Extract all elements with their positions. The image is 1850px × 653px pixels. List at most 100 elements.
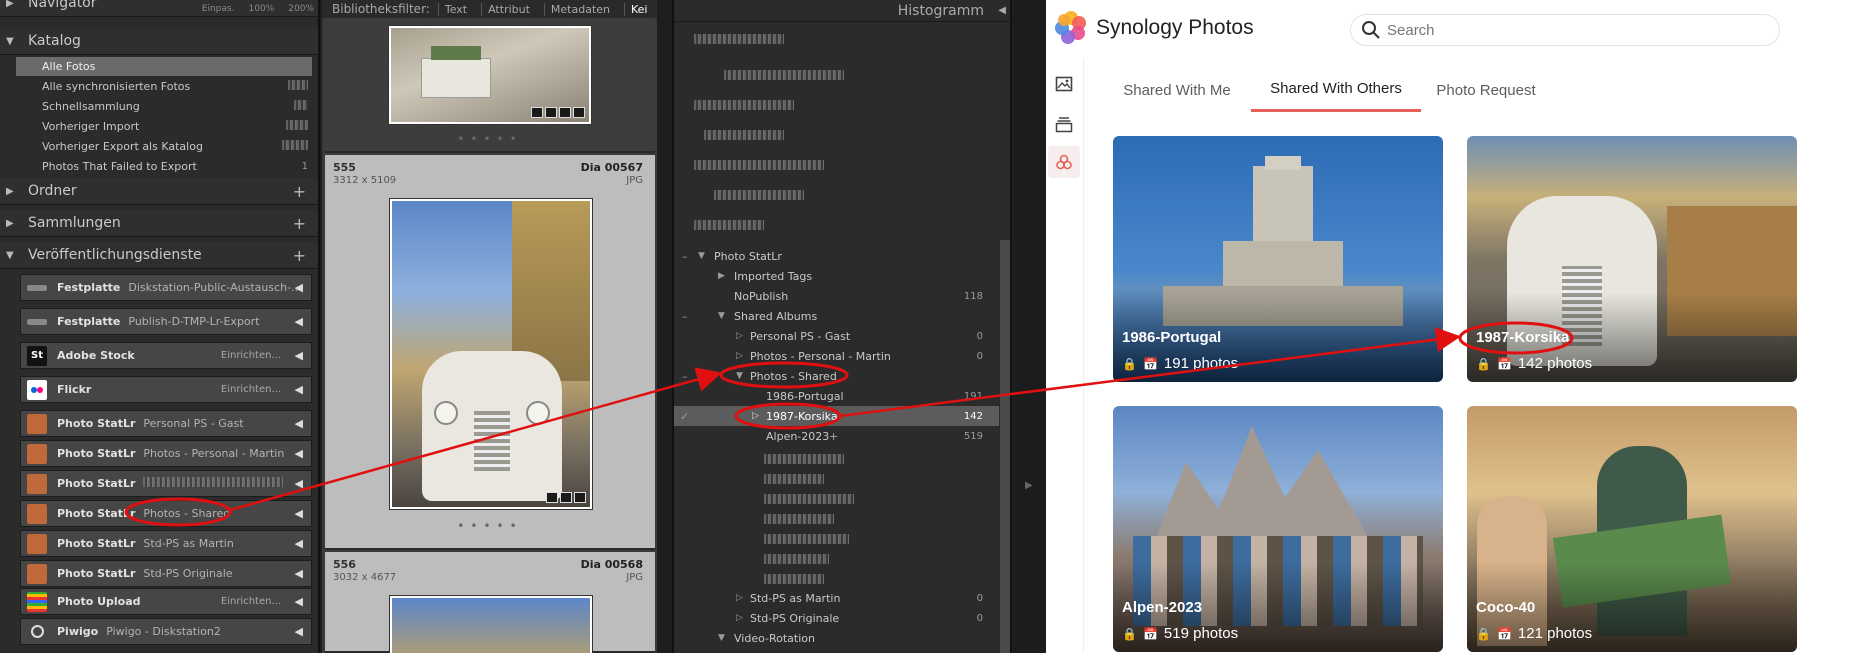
- catalog-item-failed-export[interactable]: Photos That Failed to Export 1: [16, 157, 312, 176]
- search-input[interactable]: [1387, 21, 1767, 39]
- zoom-fit[interactable]: Einpas.: [202, 4, 235, 14]
- keyword-std-ps-as-martin[interactable]: ▷ Std-PS as Martin 0: [674, 588, 999, 608]
- photostatlr-icon: [27, 473, 47, 494]
- keyword-std-ps-originale[interactable]: ▷ Std-PS Originale 0: [674, 608, 999, 628]
- search-box[interactable]: [1350, 14, 1780, 46]
- expand-panel-icon[interactable]: ▶: [1025, 480, 1033, 491]
- navigator-zoom-options: Einpas. 100% 200%: [202, 0, 314, 17]
- keyword-1986-portugal[interactable]: 1986-Portugal 191: [674, 386, 999, 406]
- lightroom-keyword-panel: Histogramm ◀ – ▼ Photo StatLr ▶ Imported Ta…: [672, 0, 1012, 653]
- triangle-left-icon[interactable]: ◀: [295, 417, 303, 430]
- publish-services-header[interactable]: ▼ Veröffentlichungsdienste +: [0, 242, 318, 269]
- triangle-left-icon[interactable]: ◀: [295, 507, 303, 520]
- photo-upload-icon: [27, 591, 47, 612]
- keyword-personal-ps-gast[interactable]: ▷ Personal PS - Gast 0: [674, 326, 999, 346]
- publish-service-setup[interactable]: Einrichten...: [221, 384, 281, 395]
- keyword-photos-shared[interactable]: – ▼ Photos - Shared: [674, 366, 999, 386]
- keyword-video-rotation[interactable]: ▼ Video-Rotation: [674, 628, 999, 648]
- keyword-photo-statlr[interactable]: – ▼ Photo StatLr: [674, 246, 999, 266]
- publish-service-harddisk-2[interactable]: Festplatte Publish-D-TMP-Lr-Export ◀: [20, 308, 312, 335]
- check-icon[interactable]: ✓: [680, 410, 689, 423]
- album-card-coco-40[interactable]: Coco-40 🔒 📅 121 photos: [1467, 406, 1797, 652]
- publish-service-photo-upload[interactable]: Photo Upload Einrichten... ◀: [20, 588, 312, 615]
- filter-none[interactable]: Kei: [624, 2, 654, 16]
- albums-nav-button[interactable]: [1048, 108, 1080, 140]
- triangle-left-icon[interactable]: ◀: [295, 477, 303, 490]
- publish-service-photostatlr-std-originale[interactable]: Photo StatLr Std-PS Originale ◀: [20, 560, 312, 587]
- publish-service-flickr[interactable]: Flickr Einrichten... ◀: [20, 376, 312, 403]
- filter-metadata[interactable]: Metadaten: [543, 2, 616, 16]
- grid-thumbnail[interactable]: [389, 198, 593, 510]
- photostatlr-icon: [27, 533, 47, 554]
- lightroom-left-panel: ▶ Navigator Einpas. 100% 200% ▼ Katalog …: [0, 0, 320, 653]
- filter-attribute[interactable]: Attribut: [481, 2, 536, 16]
- triangle-left-icon[interactable]: ◀: [295, 625, 303, 638]
- keyword-photos-personal-martin[interactable]: ▷ Photos - Personal - Martin 0: [674, 346, 999, 366]
- folders-header[interactable]: ▶ Ordner +: [0, 178, 318, 205]
- publish-service-target: Photos - Personal - Martin: [143, 447, 285, 460]
- publish-services-title: Veröffentlichungsdienste: [28, 247, 202, 263]
- collections-header[interactable]: ▶ Sammlungen +: [0, 210, 318, 237]
- keyword-scrollbar[interactable]: [1000, 240, 1010, 653]
- triangle-left-icon[interactable]: ◀: [295, 447, 303, 460]
- grid-thumbnail[interactable]: [389, 595, 593, 653]
- catalog-item-all-photos[interactable]: Alle Fotos: [16, 57, 312, 76]
- grid-cell-555[interactable]: 555 3312 x 5109 Dia 00567 JPG •••••: [325, 155, 655, 550]
- album-card-1986-portugal[interactable]: 1986-Portugal 🔒 📅 191 photos: [1113, 136, 1443, 382]
- catalog-item-quick-collection[interactable]: Schnellsammlung: [16, 97, 312, 116]
- tab-shared-with-me[interactable]: Shared With Me: [1108, 68, 1246, 112]
- publish-service-photostatlr-gast[interactable]: Photo StatLr Personal PS - Gast ◀: [20, 410, 312, 437]
- sharing-nav-button[interactable]: [1048, 146, 1080, 178]
- publish-service-harddisk-1[interactable]: Festplatte Diskstation-Public-Austausch-…: [20, 274, 312, 301]
- keyword-label: 1986-Portugal: [766, 389, 844, 403]
- collapse-triangle-icon: ▶: [718, 271, 725, 281]
- album-card-1987-korsika[interactable]: 1987-Korsika 🔒 📅 142 photos: [1467, 136, 1797, 382]
- triangle-left-icon[interactable]: ◀: [295, 595, 303, 608]
- collapse-triangle-icon: ▷: [736, 331, 743, 341]
- navigator-header[interactable]: ▶ Navigator Einpas. 100% 200%: [0, 0, 318, 17]
- triangle-left-icon[interactable]: ◀: [295, 567, 303, 580]
- triangle-left-icon[interactable]: ◀: [295, 383, 303, 396]
- catalog-header[interactable]: ▼ Katalog: [0, 28, 318, 55]
- publish-service-photostatlr-shared[interactable]: Photo StatLr Photos - Shared ◀: [20, 500, 312, 527]
- histogram-header[interactable]: Histogramm ◀: [674, 0, 1010, 22]
- publish-service-photostatlr-redacted[interactable]: Photo StatLr ◀: [20, 470, 312, 497]
- zoom-100[interactable]: 100%: [249, 4, 275, 14]
- keyword-nopublish[interactable]: NoPublish 118: [674, 286, 999, 306]
- keyword-alpen-2023[interactable]: Alpen-2023 +519: [674, 426, 999, 446]
- add-folder-icon[interactable]: +: [293, 182, 306, 201]
- add-publish-service-icon[interactable]: +: [293, 246, 306, 265]
- rating-dots[interactable]: •••••: [325, 519, 655, 533]
- add-icon[interactable]: +: [829, 430, 838, 443]
- triangle-left-icon[interactable]: ◀: [295, 349, 303, 362]
- keyword-shared-albums[interactable]: – ▼ Shared Albums: [674, 306, 999, 326]
- filter-text[interactable]: Text: [437, 2, 473, 16]
- publish-service-photostatlr-martin[interactable]: Photo StatLr Photos - Personal - Martin …: [20, 440, 312, 467]
- photos-nav-button[interactable]: [1048, 68, 1080, 100]
- grid-cell-556[interactable]: 556 3032 x 4677 Dia 00568 JPG: [325, 552, 655, 653]
- album-card-alpen-2023[interactable]: Alpen-2023 🔒 📅 519 photos: [1113, 406, 1443, 652]
- keyword-imported-tags[interactable]: ▶ Imported Tags: [674, 266, 999, 286]
- synology-header: Synology Photos: [1046, 0, 1850, 58]
- publish-service-setup[interactable]: Einrichten...: [221, 350, 281, 361]
- tab-shared-with-others[interactable]: Shared With Others: [1251, 68, 1421, 112]
- rating-dots[interactable]: •••••: [325, 132, 655, 146]
- triangle-left-icon[interactable]: ◀: [295, 281, 303, 294]
- publish-service-adobe-stock[interactable]: St Adobe Stock Einrichten... ◀: [20, 342, 312, 369]
- keyword-1987-korsika[interactable]: ✓ ▷ 1987-Korsika 142: [674, 406, 999, 426]
- grid-cell-previous[interactable]: •••••: [325, 18, 655, 153]
- grid-cell-dimensions: 3032 x 4677: [333, 572, 397, 583]
- publish-service-photostatlr-std-martin[interactable]: Photo StatLr Std-PS as Martin ◀: [20, 530, 312, 557]
- triangle-left-icon[interactable]: ◀: [295, 537, 303, 550]
- library-filter-label: Bibliotheksfilter:: [332, 2, 430, 16]
- catalog-item-previous-export[interactable]: Vorheriger Export als Katalog: [16, 137, 312, 156]
- triangle-left-icon[interactable]: ◀: [295, 315, 303, 328]
- publish-service-piwigo[interactable]: Piwigo Piwigo - Diskstation2 ◀: [20, 618, 312, 645]
- add-collection-icon[interactable]: +: [293, 214, 306, 233]
- publish-service-setup[interactable]: Einrichten...: [221, 596, 281, 607]
- catalog-item-previous-import[interactable]: Vorheriger Import: [16, 117, 312, 136]
- tab-photo-request[interactable]: Photo Request: [1426, 68, 1546, 112]
- zoom-200[interactable]: 200%: [288, 4, 314, 14]
- grid-thumbnail[interactable]: [388, 25, 592, 125]
- catalog-item-synced[interactable]: Alle synchronisierten Fotos: [16, 77, 312, 96]
